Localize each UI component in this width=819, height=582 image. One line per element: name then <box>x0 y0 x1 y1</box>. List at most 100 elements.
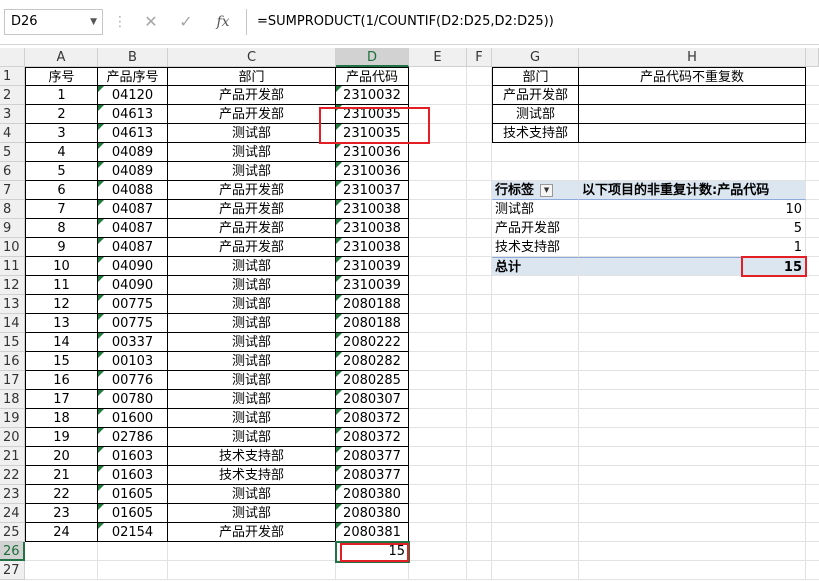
grid-cell[interactable] <box>579 447 806 466</box>
grid-cell[interactable] <box>579 504 806 523</box>
grid-cell[interactable] <box>409 238 467 257</box>
cell-serial[interactable]: 4 <box>25 143 98 162</box>
cell-department[interactable]: 产品开发部 <box>168 86 336 105</box>
cell-product-serial[interactable]: 04089 <box>98 143 168 162</box>
grid-cell[interactable] <box>25 561 98 580</box>
grid-cell[interactable] <box>806 466 819 485</box>
grid-cell[interactable] <box>409 542 467 561</box>
cell-product-code[interactable]: 2080372 <box>336 409 409 428</box>
grid-cell[interactable] <box>409 485 467 504</box>
cell-department[interactable]: 测试部 <box>168 314 336 333</box>
cell-serial[interactable]: 11 <box>25 276 98 295</box>
cell-product-serial[interactable]: 04613 <box>98 105 168 124</box>
row-header-18[interactable]: 18 <box>0 390 25 409</box>
grid-cell[interactable] <box>467 219 492 238</box>
cell-product-serial[interactable]: 04087 <box>98 219 168 238</box>
cell-department[interactable]: 测试部 <box>168 504 336 523</box>
cell-product-code[interactable]: 2080377 <box>336 447 409 466</box>
pivot-total-label[interactable]: 总计 <box>492 257 579 276</box>
cell-serial[interactable]: 10 <box>25 257 98 276</box>
grid-cell[interactable] <box>467 447 492 466</box>
column-header-d[interactable]: D <box>336 48 409 67</box>
cell-product-code[interactable]: 2310037 <box>336 181 409 200</box>
grid-cell[interactable] <box>409 143 467 162</box>
cell-serial[interactable]: 23 <box>25 504 98 523</box>
grid-cell[interactable] <box>467 352 492 371</box>
grid-cell[interactable] <box>409 295 467 314</box>
grid-cell[interactable] <box>492 428 579 447</box>
cell-product-code[interactable]: 2310038 <box>336 219 409 238</box>
summary-unique-count[interactable] <box>579 105 806 124</box>
grid-cell[interactable] <box>806 219 819 238</box>
grid-cell[interactable] <box>168 561 336 580</box>
pivot-row-label[interactable]: 测试部 <box>492 200 579 219</box>
cell-department[interactable]: 测试部 <box>168 409 336 428</box>
grid-cell[interactable] <box>806 409 819 428</box>
cell-product-serial[interactable]: 04090 <box>98 257 168 276</box>
grid-cell[interactable] <box>579 295 806 314</box>
cell-product-serial[interactable]: 00775 <box>98 295 168 314</box>
cell-department[interactable]: 产品开发部 <box>168 219 336 238</box>
grid-cell[interactable] <box>806 181 819 200</box>
pivot-value-header[interactable]: 以下项目的非重复计数:产品代码 <box>579 181 806 200</box>
grid-cell[interactable] <box>25 542 98 561</box>
grid-cell[interactable] <box>492 447 579 466</box>
cell-product-serial[interactable]: 00775 <box>98 314 168 333</box>
cell-serial[interactable]: 22 <box>25 485 98 504</box>
grid-cell[interactable] <box>409 86 467 105</box>
grid-cell[interactable] <box>492 162 579 181</box>
grid-cell[interactable] <box>409 466 467 485</box>
cell-product-code[interactable]: 2080285 <box>336 371 409 390</box>
grid-cell[interactable] <box>409 200 467 219</box>
cell-department[interactable]: 测试部 <box>168 390 336 409</box>
cell-product-serial[interactable]: 00776 <box>98 371 168 390</box>
check-icon[interactable]: ✓ <box>174 10 198 34</box>
grid-cell[interactable] <box>409 333 467 352</box>
cell-product-code[interactable]: 2310035 <box>336 105 409 124</box>
cell-product-serial[interactable]: 04087 <box>98 238 168 257</box>
cell-serial[interactable]: 16 <box>25 371 98 390</box>
summary-header-department[interactable]: 部门 <box>492 67 579 86</box>
grid-cell[interactable] <box>579 162 806 181</box>
grid-cell[interactable] <box>409 428 467 447</box>
column-header-e[interactable]: E <box>409 48 467 67</box>
row-header-12[interactable]: 12 <box>0 276 25 295</box>
grid-cell[interactable] <box>467 314 492 333</box>
grid-cell[interactable] <box>409 352 467 371</box>
cell-product-code[interactable]: 2310039 <box>336 276 409 295</box>
close-icon[interactable]: ✕ <box>139 10 163 34</box>
grid-cell[interactable] <box>579 371 806 390</box>
row-header-7[interactable]: 7 <box>0 181 25 200</box>
cell-department[interactable]: 测试部 <box>168 371 336 390</box>
grid-cell[interactable] <box>492 314 579 333</box>
grid-cell[interactable] <box>806 200 819 219</box>
grid-cell[interactable] <box>806 257 819 276</box>
chevron-down-icon[interactable]: ▼ <box>90 10 97 34</box>
grid-cell[interactable] <box>98 561 168 580</box>
cell-department[interactable]: 测试部 <box>168 124 336 143</box>
cell-department[interactable]: 测试部 <box>168 257 336 276</box>
cell-product-serial[interactable]: 04120 <box>98 86 168 105</box>
name-box[interactable]: D26 ▼ <box>4 9 103 35</box>
grid-cell[interactable] <box>467 390 492 409</box>
grid-cell[interactable] <box>492 143 579 162</box>
pivot-row-value[interactable]: 1 <box>579 238 806 257</box>
grid-cell[interactable] <box>806 523 819 542</box>
cell-product-code[interactable]: 2080380 <box>336 504 409 523</box>
cell-department[interactable]: 产品开发部 <box>168 238 336 257</box>
cell-department[interactable]: 测试部 <box>168 333 336 352</box>
row-header-9[interactable]: 9 <box>0 219 25 238</box>
cell-serial[interactable]: 20 <box>25 447 98 466</box>
row-header-24[interactable]: 24 <box>0 504 25 523</box>
grid-cell[interactable] <box>336 561 409 580</box>
row-header-11[interactable]: 11 <box>0 257 25 276</box>
row-header-5[interactable]: 5 <box>0 143 25 162</box>
column-header-a[interactable]: A <box>25 48 98 67</box>
grid-cell[interactable] <box>806 371 819 390</box>
grid-cell[interactable] <box>492 542 579 561</box>
grid-cell[interactable] <box>806 447 819 466</box>
cell-department[interactable]: 产品开发部 <box>168 105 336 124</box>
cell-product-code[interactable]: 2080380 <box>336 485 409 504</box>
cell-serial[interactable]: 19 <box>25 428 98 447</box>
cell-serial[interactable]: 13 <box>25 314 98 333</box>
